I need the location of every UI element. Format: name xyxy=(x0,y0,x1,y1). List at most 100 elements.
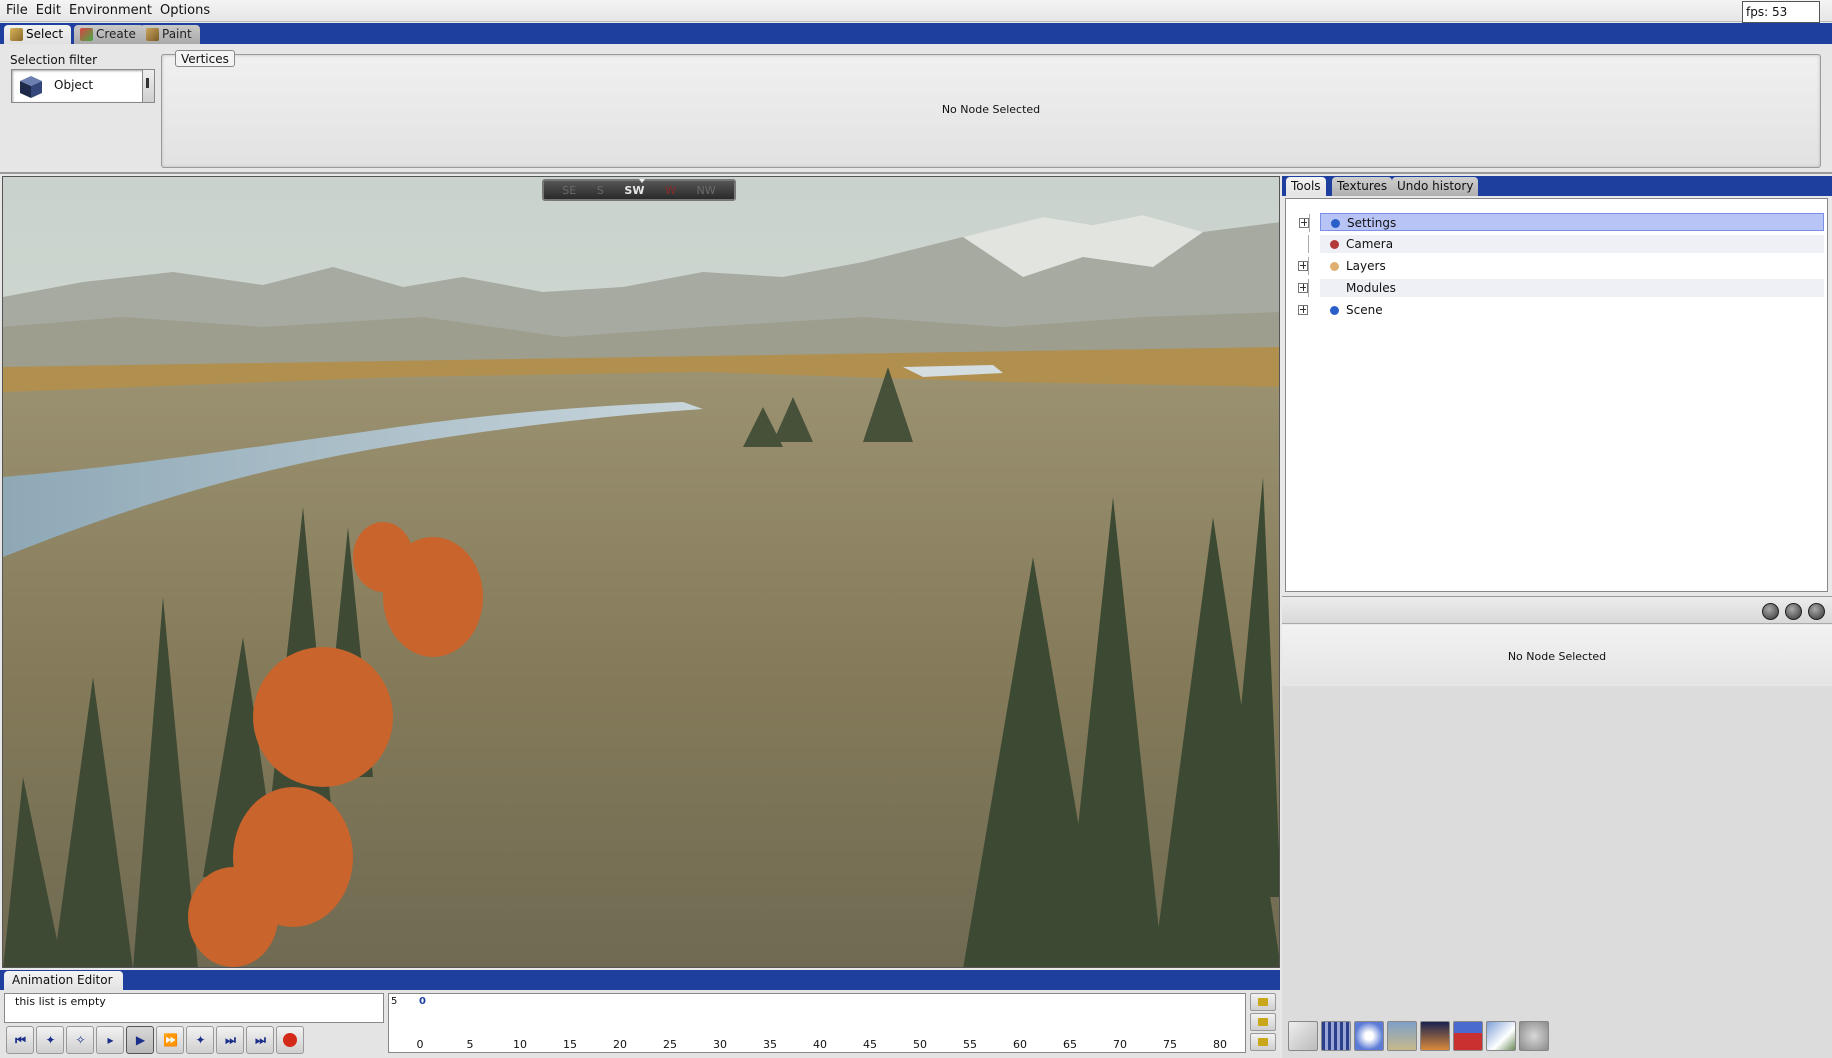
transport-controls: ⏮ ✦ ✧ ▸ ▶ ⏩ ✦ ⏭ ⏭ xyxy=(6,1026,304,1056)
select-icon xyxy=(10,28,23,41)
create-icon xyxy=(80,28,93,41)
compass-dir-nw: NW xyxy=(696,183,716,197)
sky-tool-icon[interactable] xyxy=(1387,1021,1417,1051)
timeline-tick: 0 xyxy=(416,1038,424,1051)
properties-toolbar xyxy=(1282,596,1832,624)
menu-environment[interactable]: Environment xyxy=(67,3,158,18)
pointer-tool-icon[interactable] xyxy=(1288,1021,1318,1051)
tree-item-label: Layers xyxy=(1346,259,1386,273)
timeline-tick: 55 xyxy=(963,1038,977,1051)
tree-item-settings[interactable]: Settings xyxy=(1299,213,1824,232)
selection-filter-value: Object xyxy=(54,78,94,92)
tab-create[interactable]: Create xyxy=(74,25,144,44)
compass-dir-se: SE xyxy=(562,183,577,197)
animation-list-empty: this list is empty xyxy=(15,995,106,1008)
compass-marker-icon xyxy=(639,179,645,183)
tree-item-label: Modules xyxy=(1346,281,1396,295)
expand-icon[interactable] xyxy=(1298,305,1308,315)
timeline-current: 0 xyxy=(419,996,426,1007)
tree-item-scene[interactable]: Scene xyxy=(1298,301,1824,319)
next-icon: ⏭ xyxy=(225,1033,236,1047)
next-button[interactable]: ⏭ xyxy=(216,1026,244,1054)
main-tab-bar: Select Create Paint xyxy=(0,23,1832,44)
timeline-tick: 35 xyxy=(763,1038,777,1051)
layers-icon xyxy=(1330,262,1339,271)
menu-file[interactable]: File xyxy=(4,3,34,18)
selection-filter-dropdown[interactable]: Object xyxy=(11,69,155,103)
tab-textures[interactable]: Textures xyxy=(1332,177,1393,196)
expand-icon[interactable] xyxy=(1298,283,1308,293)
fast-forward-button[interactable]: ⏩ xyxy=(156,1026,184,1054)
timeline-zoom-in-button[interactable] xyxy=(1250,993,1276,1011)
landscape-render xyxy=(3,177,1279,967)
dropdown-icon[interactable] xyxy=(1808,603,1825,620)
tab-create-label: Create xyxy=(96,27,136,41)
compass-dir-s: S xyxy=(596,183,604,197)
grid-tool-icon[interactable] xyxy=(1321,1021,1351,1051)
zoom-icon[interactable] xyxy=(1762,603,1779,620)
animation-editor: this list is empty ⏮ ✦ ✧ ▸ ▶ ⏩ ✦ ⏭ ⏭ 5 0… xyxy=(0,990,1280,1058)
sunset-tool-icon[interactable] xyxy=(1420,1021,1450,1051)
key-add-button[interactable]: ✧ xyxy=(66,1026,94,1054)
scene-icon xyxy=(1330,306,1339,315)
timeline-zoom-out-button[interactable] xyxy=(1250,1033,1276,1051)
camera-icon xyxy=(1330,240,1339,249)
tab-undo-history[interactable]: Undo history xyxy=(1392,177,1479,196)
key-next-button[interactable]: ✦ xyxy=(186,1026,214,1054)
tree-item-layers[interactable]: Layers xyxy=(1298,257,1824,275)
right-empty-area xyxy=(1282,686,1832,1058)
timeline-tick: 50 xyxy=(913,1038,927,1051)
timeline-fit-button[interactable] xyxy=(1250,1013,1276,1031)
key-next-icon: ✦ xyxy=(195,1033,206,1047)
expand-icon[interactable] xyxy=(1299,218,1309,228)
animation-list[interactable]: this list is empty xyxy=(4,993,384,1023)
tab-paint[interactable]: Paint xyxy=(140,25,200,44)
timeline[interactable]: 5 0 0 5 10 15 20 25 30 35 40 45 50 55 60… xyxy=(388,993,1246,1053)
timeline-start: 5 xyxy=(391,996,398,1007)
compass-dir-w: W xyxy=(665,183,676,197)
tab-tools[interactable]: Tools xyxy=(1286,177,1326,196)
tree-item-camera[interactable]: Camera xyxy=(1308,235,1824,253)
compass-dir-sw: SW xyxy=(624,183,645,197)
selection-panel: Selection filter Object Vertices No Node… xyxy=(0,44,1832,174)
key-prev-button[interactable]: ✦ xyxy=(36,1026,64,1054)
building-tool-icon[interactable] xyxy=(1453,1021,1483,1051)
fast-forward-icon: ⏩ xyxy=(163,1033,178,1047)
dropdown-arrow-icon[interactable] xyxy=(142,70,154,102)
character-tool-icon[interactable] xyxy=(1519,1021,1549,1051)
camera-button-icon[interactable] xyxy=(1785,603,1802,620)
timeline-tick: 10 xyxy=(513,1038,527,1051)
menu-options[interactable]: Options xyxy=(158,3,216,18)
vertices-panel: No Node Selected xyxy=(161,54,1821,168)
tree-item-modules[interactable]: Modules xyxy=(1298,279,1824,297)
sun-tool-icon[interactable] xyxy=(1354,1021,1384,1051)
timeline-tick: 60 xyxy=(1013,1038,1027,1051)
properties-panel: No Node Selected xyxy=(1282,625,1832,685)
properties-status: No Node Selected xyxy=(1507,650,1607,663)
terrain-tool-icon[interactable] xyxy=(1486,1021,1516,1051)
timeline-tick: 75 xyxy=(1163,1038,1177,1051)
tab-vertices[interactable]: Vertices xyxy=(175,50,235,67)
go-end-button[interactable]: ⏭ xyxy=(246,1026,274,1054)
animation-tab-bar: Animation Editor xyxy=(0,970,1280,990)
expand-icon[interactable] xyxy=(1298,261,1308,271)
scene-viewport[interactable] xyxy=(2,176,1280,968)
menu-edit[interactable]: Edit xyxy=(34,3,67,18)
go-start-button[interactable]: ⏮ xyxy=(6,1026,34,1054)
record-icon xyxy=(283,1033,297,1047)
play-button[interactable]: ▶ xyxy=(126,1026,154,1054)
timeline-tick: 65 xyxy=(1063,1038,1077,1051)
tab-animation-editor[interactable]: Animation Editor xyxy=(4,971,123,990)
skip-end-icon: ⏭ xyxy=(255,1033,266,1047)
timeline-side-controls xyxy=(1250,993,1276,1053)
step-back-button[interactable]: ▸ xyxy=(96,1026,124,1054)
tab-select[interactable]: Select xyxy=(4,25,72,44)
fps-counter: fps: 53 xyxy=(1742,1,1820,23)
tree-item-label: Scene xyxy=(1346,303,1383,317)
timeline-tick: 80 xyxy=(1213,1038,1227,1051)
timeline-tick: 15 xyxy=(563,1038,577,1051)
tree-item-label: Camera xyxy=(1346,237,1394,251)
paint-icon xyxy=(146,28,159,41)
timeline-tick: 30 xyxy=(713,1038,727,1051)
record-button[interactable] xyxy=(276,1026,304,1054)
